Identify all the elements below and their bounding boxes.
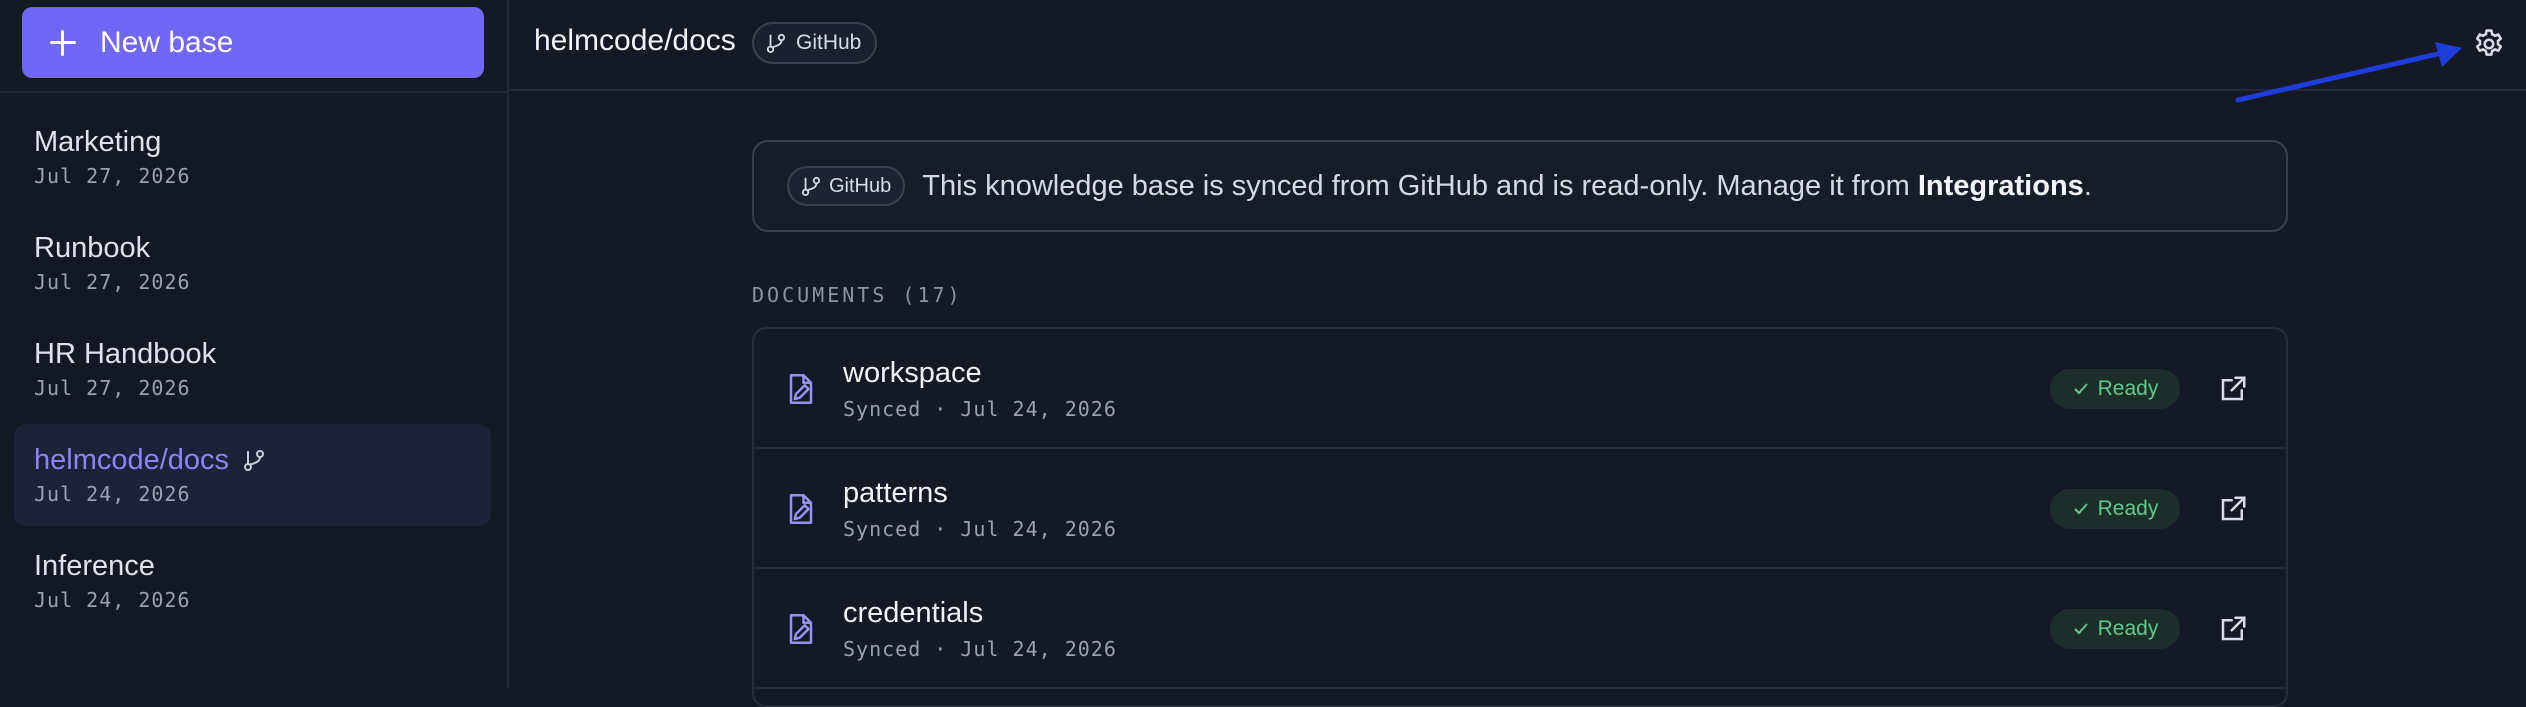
table-row[interactable]: credentials Synced · Jul 24, 2026 Ready — [754, 569, 2286, 689]
sidebar-item-inference[interactable]: Inference Jul 24, 2026 — [14, 530, 491, 632]
read-only-notice: GitHub This knowledge base is synced fro… — [752, 140, 2288, 232]
document-title: credentials — [843, 597, 984, 629]
integrations-link[interactable]: Integrations — [1918, 170, 2084, 202]
notice-suffix: . — [2083, 169, 2092, 202]
notice-message: This knowledge base is synced from GitHu… — [922, 169, 1918, 202]
status-badge: Ready — [2050, 369, 2180, 409]
check-icon — [2073, 383, 2088, 395]
sidebar-item-date: Jul 24, 2026 — [34, 588, 191, 612]
external-link-icon[interactable] — [2218, 494, 2248, 524]
annotation-arrow — [2235, 42, 2462, 103]
top-bar: helmcode/docs GitHub — [509, 0, 2526, 91]
source-badge: GitHub — [787, 166, 906, 206]
plus-icon — [48, 28, 78, 58]
status-label: Ready — [2097, 377, 2159, 400]
knowledge-base-list: Marketing Jul 27, 2026 Runbook Jul 27, 2… — [14, 106, 491, 636]
sidebar: New base Marketing Jul 27, 2026 Runbook … — [0, 0, 509, 688]
document-edit-icon — [789, 614, 813, 644]
sidebar-divider — [0, 91, 509, 93]
sidebar-item-hr-handbook[interactable]: HR Handbook Jul 27, 2026 — [14, 318, 491, 420]
git-branch-icon — [801, 176, 821, 196]
new-base-label: New base — [100, 25, 234, 59]
git-branch-icon — [244, 450, 265, 471]
sidebar-item-helmcode-docs[interactable]: helmcode/docs Jul 24, 2026 — [14, 424, 491, 526]
document-meta: Synced · Jul 24, 2026 — [843, 637, 1117, 661]
sidebar-item-date: Jul 27, 2026 — [34, 270, 191, 294]
sidebar-item-marketing[interactable]: Marketing Jul 27, 2026 — [14, 106, 491, 208]
notice-text: This knowledge base is synced from GitHu… — [922, 170, 2092, 203]
documents-table: workspace Synced · Jul 24, 2026 Ready pa… — [752, 327, 2288, 707]
document-edit-icon — [789, 374, 813, 404]
new-base-button[interactable]: New base — [22, 7, 484, 78]
document-meta: Synced · Jul 24, 2026 — [843, 517, 1117, 541]
sidebar-item-date: Jul 27, 2026 — [34, 164, 191, 188]
sidebar-item-label: HR Handbook — [34, 337, 217, 370]
gear-icon[interactable] — [2472, 27, 2506, 61]
sidebar-item-runbook[interactable]: Runbook Jul 27, 2026 — [14, 212, 491, 314]
status-label: Ready — [2097, 497, 2159, 520]
source-badge: GitHub — [752, 22, 878, 64]
check-icon — [2073, 623, 2088, 635]
source-badge-label: GitHub — [829, 174, 892, 197]
sidebar-item-date: Jul 24, 2026 — [34, 482, 191, 506]
document-edit-icon — [789, 494, 813, 524]
sidebar-item-label: Runbook — [34, 231, 151, 264]
document-meta: Synced · Jul 24, 2026 — [843, 397, 1117, 421]
sidebar-item-label: Marketing — [34, 125, 162, 158]
git-branch-icon — [766, 33, 786, 53]
external-link-icon[interactable] — [2218, 614, 2248, 644]
table-row[interactable]: patterns Synced · Jul 24, 2026 Ready — [754, 449, 2286, 569]
sidebar-item-label: Inference — [34, 549, 155, 582]
external-link-icon[interactable] — [2218, 374, 2248, 404]
status-badge: Ready — [2050, 609, 2180, 649]
table-row[interactable]: workspace Synced · Jul 24, 2026 Ready — [754, 329, 2286, 449]
status-badge: Ready — [2050, 489, 2180, 529]
sidebar-item-label: helmcode/docs — [34, 443, 230, 476]
document-title: workspace — [843, 357, 982, 389]
check-icon — [2073, 503, 2088, 515]
source-badge-label: GitHub — [796, 31, 862, 54]
documents-heading: DOCUMENTS (17) — [752, 283, 963, 307]
page-title: helmcode/docs — [534, 24, 736, 57]
sidebar-item-date: Jul 27, 2026 — [34, 376, 191, 400]
document-title: patterns — [843, 477, 948, 509]
status-label: Ready — [2097, 617, 2159, 640]
